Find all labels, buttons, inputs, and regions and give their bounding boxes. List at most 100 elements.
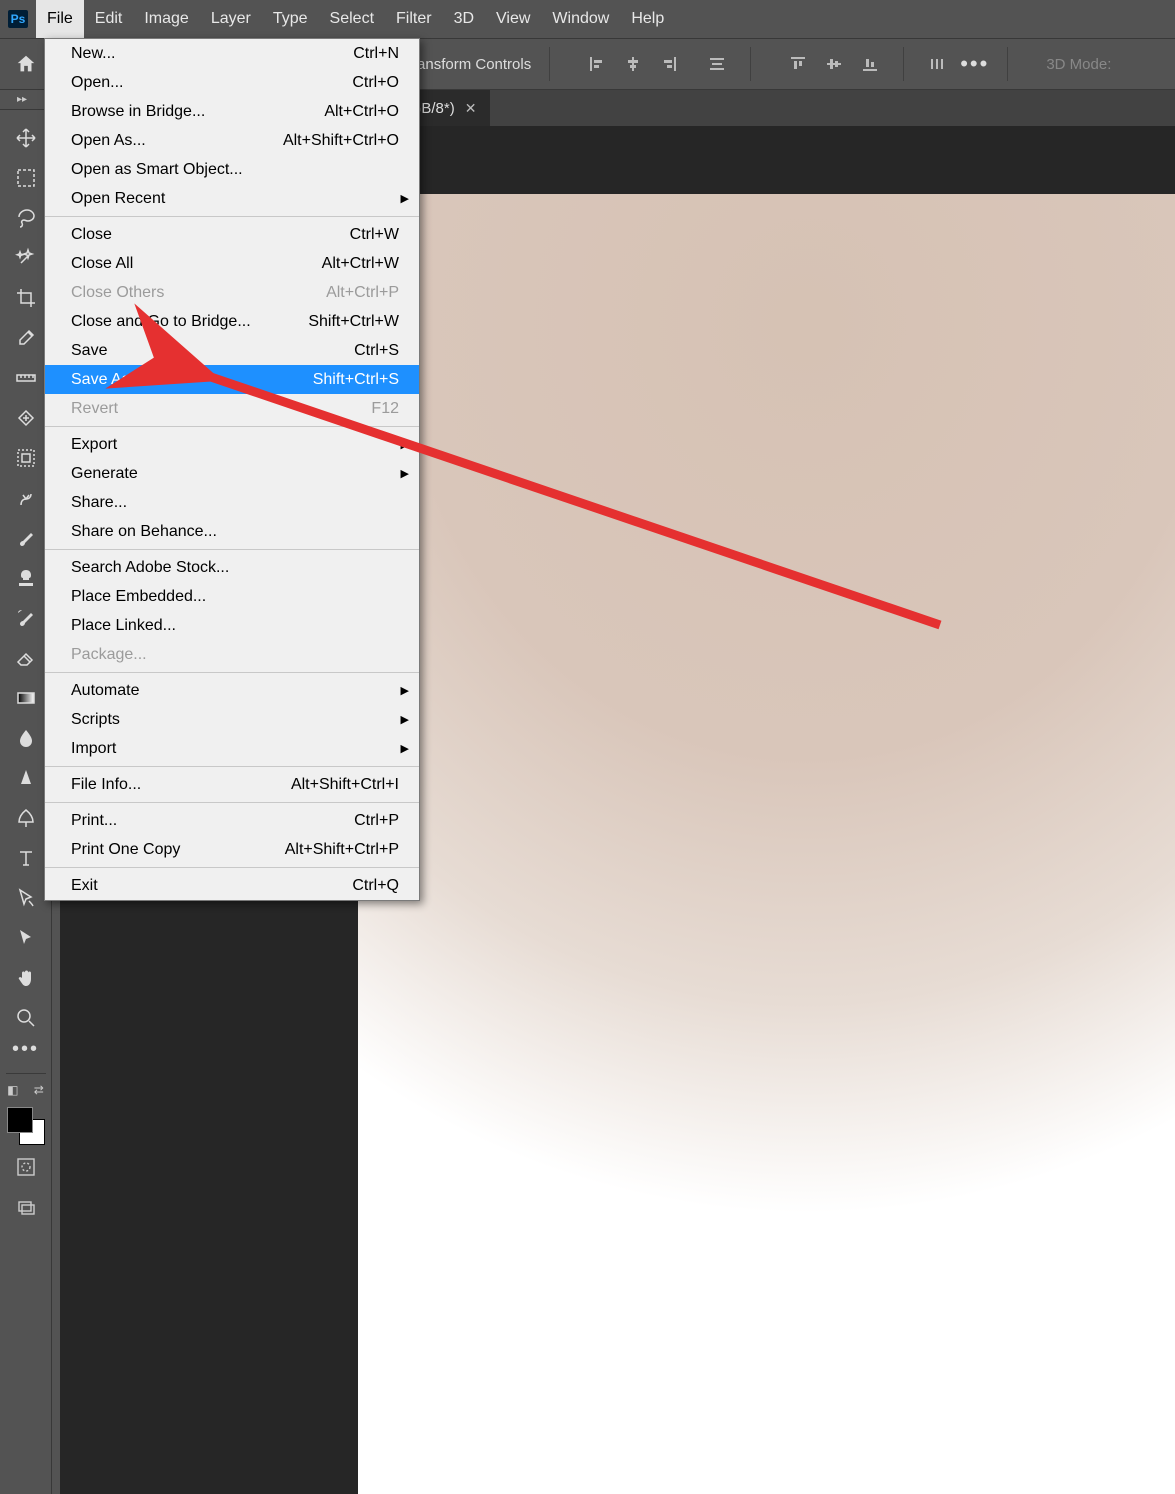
menu-item-label: Open Recent (71, 190, 165, 208)
home-button[interactable] (8, 46, 44, 82)
menu-item-exit[interactable]: ExitCtrl+Q (45, 871, 419, 900)
menu-item-save-as[interactable]: Save As...Shift+Ctrl+S (45, 365, 419, 394)
menu-edit[interactable]: Edit (84, 0, 134, 38)
menu-item-label: Scripts (71, 711, 120, 729)
submenu-arrow-icon: ▶ (401, 713, 409, 726)
menu-item-label: Print... (71, 812, 117, 830)
align-left-icon[interactable] (582, 49, 612, 79)
zoom-tool[interactable] (0, 998, 52, 1038)
default-colors-icon[interactable]: ◧ (7, 1083, 18, 1097)
menu-item-browse-in-bridge[interactable]: Browse in Bridge...Alt+Ctrl+O (45, 97, 419, 126)
menu-item-generate[interactable]: Generate▶ (45, 459, 419, 488)
menu-item-shortcut: Ctrl+O (352, 74, 399, 92)
menu-item-automate[interactable]: Automate▶ (45, 676, 419, 705)
submenu-arrow-icon: ▶ (401, 742, 409, 755)
menu-item-print[interactable]: Print... Ctrl+P (45, 806, 419, 835)
direct-select-tool[interactable] (0, 918, 52, 958)
menu-item-shortcut: Ctrl+S (354, 342, 399, 360)
menu-item-share-on-behance[interactable]: Share on Behance... (45, 517, 419, 546)
menu-item-label: Search Adobe Stock... (71, 559, 229, 577)
expand-toolbar-button[interactable]: ▸▸ (0, 90, 44, 110)
menu-item-place-embedded[interactable]: Place Embedded... (45, 582, 419, 611)
menu-item-file-info[interactable]: File Info...Alt+Shift+Ctrl+I (45, 770, 419, 799)
menu-item-shortcut: Alt+Shift+Ctrl+P (285, 841, 399, 859)
mode-3d-label: 3D Mode: (1046, 56, 1111, 73)
close-tab-icon[interactable]: ✕ (465, 100, 477, 117)
menu-file[interactable]: File (36, 0, 84, 38)
swap-arrow-icon[interactable]: ⇄ (34, 1083, 44, 1097)
menu-item-label: Browse in Bridge... (71, 103, 205, 121)
image-content (358, 194, 1175, 1494)
more-tools-icon[interactable]: ••• (12, 1038, 39, 1070)
menu-select[interactable]: Select (319, 0, 385, 38)
menu-item-open-as[interactable]: Open As... Alt+Shift+Ctrl+O (45, 126, 419, 155)
menu-image[interactable]: Image (133, 0, 199, 38)
menu-view[interactable]: View (485, 0, 541, 38)
align-horizontal-group (582, 49, 684, 79)
menu-item-label: Close and Go to Bridge... (71, 313, 251, 331)
menu-item-shortcut: Alt+Ctrl+P (326, 284, 399, 302)
menu-3d[interactable]: 3D (443, 0, 485, 38)
distribute-h-icon[interactable] (922, 49, 952, 79)
menu-item-label: New... (71, 45, 115, 63)
align-right-icon[interactable] (654, 49, 684, 79)
menu-item-close-others: Close Others Alt+Ctrl+P (45, 278, 419, 307)
quick-mask-icon[interactable] (0, 1147, 52, 1187)
submenu-arrow-icon: ▶ (401, 684, 409, 697)
menu-separator (45, 672, 419, 673)
screen-mode-icon[interactable] (0, 1187, 52, 1227)
menu-item-shortcut: Alt+Shift+Ctrl+I (291, 776, 399, 794)
document-canvas[interactable] (358, 194, 1175, 1494)
menu-item-close[interactable]: CloseCtrl+W (45, 220, 419, 249)
menu-item-open-as-smart-object[interactable]: Open as Smart Object... (45, 155, 419, 184)
align-middle-v-icon[interactable] (819, 49, 849, 79)
fg-bg-swatch[interactable] (5, 1105, 47, 1147)
menu-item-open[interactable]: Open... Ctrl+O (45, 68, 419, 97)
menu-item-label: Import (71, 740, 116, 758)
align-bottom-icon[interactable] (855, 49, 885, 79)
align-center-h-icon[interactable] (618, 49, 648, 79)
more-options-icon[interactable]: ••• (960, 51, 989, 77)
menu-help[interactable]: Help (620, 0, 675, 38)
menu-item-label: Generate (71, 465, 138, 483)
menu-item-label: Open... (71, 74, 123, 92)
menu-layer[interactable]: Layer (200, 0, 262, 38)
fg-color[interactable] (7, 1107, 33, 1133)
menu-item-label: Close Others (71, 284, 164, 302)
menu-item-open-recent[interactable]: Open Recent▶ (45, 184, 419, 213)
menu-item-new[interactable]: New... Ctrl+N (45, 39, 419, 68)
menu-item-shortcut: Alt+Shift+Ctrl+O (283, 132, 399, 150)
separator (549, 47, 550, 81)
menu-item-import[interactable]: Import ▶ (45, 734, 419, 763)
menu-item-close-and-go-to-bridge[interactable]: Close and Go to Bridge...Shift+Ctrl+W (45, 307, 419, 336)
menu-item-label: Open As... (71, 132, 146, 150)
menu-item-shortcut: Shift+Ctrl+S (313, 371, 399, 389)
menu-item-label: Close (71, 226, 112, 244)
menu-item-share[interactable]: Share... (45, 488, 419, 517)
menu-type[interactable]: Type (262, 0, 319, 38)
menu-item-label: Share on Behance... (71, 523, 217, 541)
ps-logo-text: Ps (8, 10, 29, 28)
menu-filter[interactable]: Filter (385, 0, 443, 38)
hand-tool[interactable] (0, 958, 52, 998)
menu-item-shortcut: Ctrl+P (354, 812, 399, 830)
swap-colors-row[interactable]: ◧⇄ (0, 1077, 52, 1103)
menu-separator (45, 426, 419, 427)
menu-item-label: Save (71, 342, 107, 360)
menu-item-revert: RevertF12 (45, 394, 419, 423)
menu-window[interactable]: Window (541, 0, 620, 38)
menu-item-export[interactable]: Export▶ (45, 430, 419, 459)
align-dropdown-icon[interactable] (702, 49, 732, 79)
menu-item-close-all[interactable]: Close AllAlt+Ctrl+W (45, 249, 419, 278)
menu-item-label: Share... (71, 494, 127, 512)
menu-item-place-linked[interactable]: Place Linked... (45, 611, 419, 640)
menu-item-shortcut: Ctrl+Q (352, 877, 399, 895)
menu-item-print-one-copy[interactable]: Print One CopyAlt+Shift+Ctrl+P (45, 835, 419, 864)
menu-item-scripts[interactable]: Scripts ▶ (45, 705, 419, 734)
menu-item-shortcut: Ctrl+N (353, 45, 399, 63)
menu-item-search-adobe-stock[interactable]: Search Adobe Stock... (45, 553, 419, 582)
file-menu-dropdown: New... Ctrl+N Open... Ctrl+O Browse in Bridg… (44, 38, 420, 901)
menu-item-save[interactable]: Save Ctrl+S (45, 336, 419, 365)
toolbar-separator (6, 1073, 46, 1074)
align-top-icon[interactable] (783, 49, 813, 79)
